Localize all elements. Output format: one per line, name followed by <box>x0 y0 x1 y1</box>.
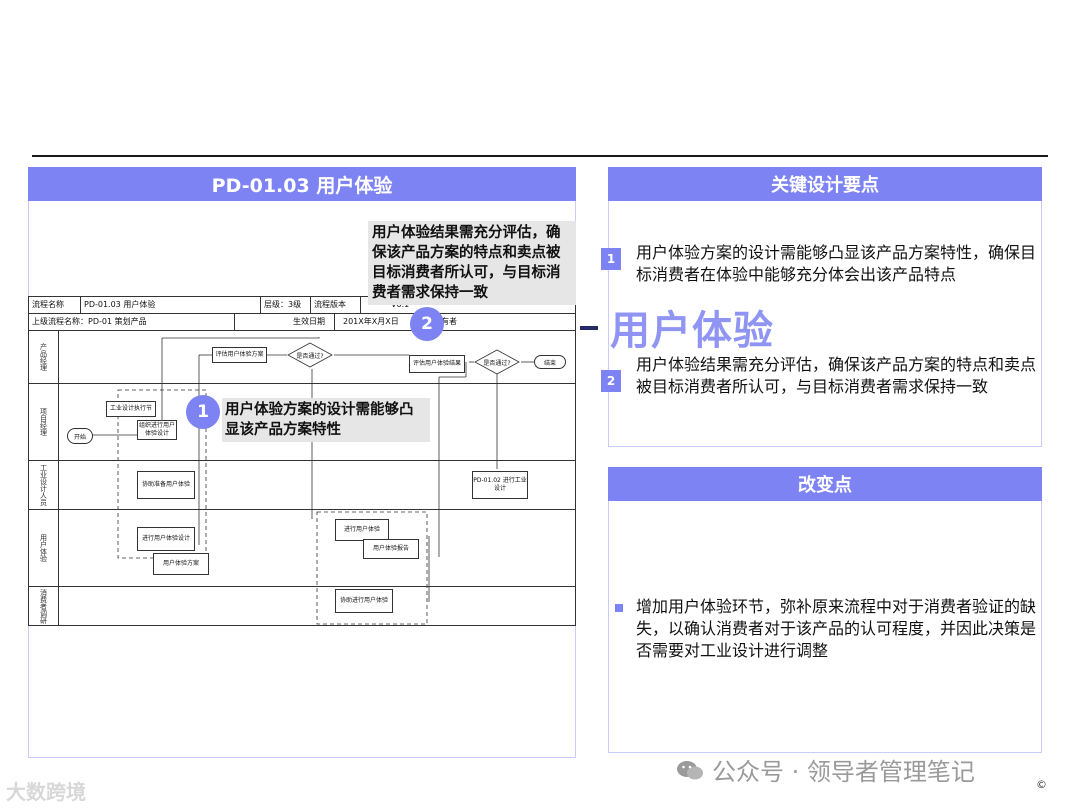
process-table: 流程名称 PD-01.03 用户体验 层级：3级 流程版本 V0.1 上级流程名… <box>28 296 576 626</box>
assist-prep-task: 协助准备用户体验 <box>137 471 195 499</box>
decision-pass-1: 是否通过? <box>287 342 333 368</box>
key-point-text: 用户体验结果需充分评估，确保该产品方案的特点和卖点被目标消费者所认可，与目标消费… <box>636 355 1037 396</box>
accent-dash <box>580 326 598 330</box>
industrial-design-subprocess: PD-01.02 进行工业设计 <box>472 471 528 499</box>
decision-pass-2: 是否通过? <box>474 349 520 375</box>
evaluate-result-task: 评估用户体验结果 <box>409 355 465 373</box>
overlay-title: 用户体验 <box>610 308 774 354</box>
decision-label: 是否通过? <box>296 352 324 360</box>
end-node: 结束 <box>534 355 566 369</box>
evaluate-plan-task: 评估用户体验方案 <box>212 347 267 363</box>
callout-1-badge: 1 <box>186 395 220 429</box>
ux-report-doc: 用户体验报告 <box>363 539 419 559</box>
process-title-bar: PD-01.03 用户体验 <box>28 167 576 201</box>
key-point-number: 2 <box>601 370 621 392</box>
changes-header: 改变点 <box>608 467 1042 501</box>
brand-logo: 大数跨境 <box>6 780 86 804</box>
key-point-text: 用户体验方案的设计需能够凸显该产品方案特性，确保目标消费者在体验中能够充分体会出… <box>636 243 1037 284</box>
watermark: 公众号 · 领导者管理笔记 <box>676 752 975 787</box>
top-divider <box>32 155 1048 157</box>
key-points-header: 关键设计要点 <box>608 167 1042 201</box>
organize-ux-design-task: 组织进行用户体验设计 <box>137 420 177 440</box>
process-title: PD-01.03 用户体验 <box>211 174 393 197</box>
key-point-number: 1 <box>601 248 621 270</box>
assist-ux-task: 协助进行用户体验 <box>335 589 393 613</box>
wechat-icon <box>677 760 703 779</box>
change-item-text: 增加用户体验环节，弥补原来流程中对于消费者验证的缺失，以确认消费者对于该产品的认… <box>636 597 1037 660</box>
callout-2-text: 用户体验结果需充分评估，确保该产品方案的特点和卖点被目标消费者所认可，与目标消费… <box>368 221 576 305</box>
decision-label: 是否通过? <box>483 359 511 367</box>
start-node: 开始 <box>67 428 93 444</box>
callout-2-badge: 2 <box>410 307 444 341</box>
task-prep-doc: 工业设计执行节 <box>106 401 156 417</box>
key-points-title: 关键设计要点 <box>771 175 879 196</box>
bullet-icon <box>615 604 623 612</box>
ux-design-task: 进行用户体验设计 <box>137 527 195 551</box>
do-ux-task: 进行用户体验 <box>335 519 389 541</box>
changes-title: 改变点 <box>798 475 852 496</box>
ux-plan-doc: 用户体验方案 <box>153 553 209 575</box>
callout-1-text: 用户体验方案的设计需能够凸显该产品方案特性 <box>222 398 430 442</box>
watermark-text: 公众号 · 领导者管理笔记 <box>712 758 975 786</box>
copyright-mark: © <box>1036 778 1047 791</box>
